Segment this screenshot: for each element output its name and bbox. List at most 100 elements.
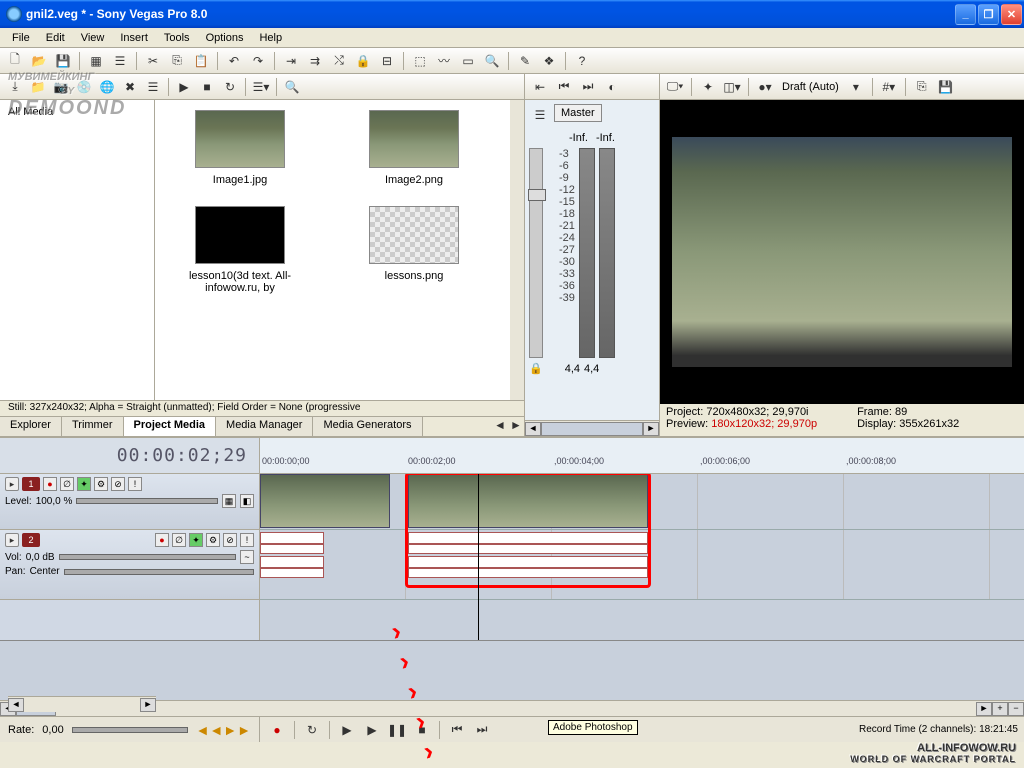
- auto-preview-icon[interactable]: ↻: [219, 76, 241, 98]
- properties-icon[interactable]: ☰: [109, 50, 131, 72]
- open-icon[interactable]: 📂: [28, 50, 50, 72]
- stop-media-icon[interactable]: ■: [196, 76, 218, 98]
- record-arm-icon[interactable]: ●: [43, 477, 57, 491]
- capture-icon[interactable]: 📷: [50, 76, 72, 98]
- menu-file[interactable]: File: [4, 30, 38, 46]
- solo-icon[interactable]: !: [240, 533, 254, 547]
- video-clip[interactable]: [260, 474, 390, 528]
- expand-icon[interactable]: ▸: [5, 533, 19, 547]
- expand-icon[interactable]: ▸: [5, 477, 19, 491]
- play-button[interactable]: ▶: [361, 719, 383, 741]
- quality-icon[interactable]: ●▾: [754, 76, 776, 98]
- media-item[interactable]: Image2.png: [339, 110, 489, 186]
- track-header-video[interactable]: ▸ 1 ● ∅ ✦ ⚙ ⊘ ! Level: 100,0 % ▦ ◧: [0, 474, 259, 530]
- pencil-icon[interactable]: ✎: [514, 50, 536, 72]
- close-button[interactable]: ✕: [1001, 4, 1022, 25]
- undo-icon[interactable]: ↶: [223, 50, 245, 72]
- auto-ripple-icon[interactable]: ⇉: [304, 50, 326, 72]
- menu-edit[interactable]: Edit: [38, 30, 73, 46]
- go-start-icon[interactable]: ⏮: [553, 76, 575, 98]
- pan-slider[interactable]: [64, 569, 254, 575]
- zoom-out-icon[interactable]: −: [1008, 702, 1024, 716]
- mute-icon[interactable]: ⊘: [223, 533, 237, 547]
- zoom-in-icon[interactable]: +: [992, 702, 1008, 716]
- import-folder-icon[interactable]: 📁: [27, 76, 49, 98]
- invert-phase-icon[interactable]: ~: [240, 550, 254, 564]
- record-arm-icon[interactable]: ●: [155, 533, 169, 547]
- master-fader[interactable]: [529, 148, 543, 358]
- shuttle-icon[interactable]: ◄◄►►: [196, 722, 251, 738]
- timecode-display[interactable]: 00:00:02;29: [117, 445, 247, 466]
- playhead[interactable]: [478, 474, 479, 640]
- tree-scrollbar[interactable]: ◄►: [8, 696, 156, 712]
- snap-icon[interactable]: ⇥: [280, 50, 302, 72]
- lock-envelopes-icon[interactable]: 🔒: [352, 50, 374, 72]
- audio-clip[interactable]: [260, 532, 324, 554]
- go-end-button[interactable]: ⏭: [471, 719, 493, 741]
- maximize-button[interactable]: ❐: [978, 4, 999, 25]
- play-media-icon[interactable]: ▶: [173, 76, 195, 98]
- track-lanes[interactable]: [260, 474, 1024, 640]
- media-item[interactable]: Image1.jpg: [165, 110, 315, 186]
- pause-button[interactable]: ❚❚: [386, 719, 408, 741]
- normal-edit-icon[interactable]: ⬚: [409, 50, 431, 72]
- rate-slider[interactable]: [72, 727, 188, 733]
- track-fx-icon[interactable]: ✦: [189, 533, 203, 547]
- render-icon[interactable]: ▦: [85, 50, 107, 72]
- menu-help[interactable]: Help: [251, 30, 290, 46]
- track-header-audio[interactable]: ▸ 2 ● ∅ ✦ ⚙ ⊘ ! Vol: 0,0 dB ~ Pa: [0, 530, 259, 600]
- loop-button[interactable]: ↻: [301, 719, 323, 741]
- cut-icon[interactable]: ✂: [142, 50, 164, 72]
- script-icon[interactable]: ❖: [538, 50, 560, 72]
- automation-icon[interactable]: ⚙: [94, 477, 108, 491]
- video-fx-icon[interactable]: ✦: [697, 76, 719, 98]
- copy-icon[interactable]: ⎘: [166, 50, 188, 72]
- tab-explorer[interactable]: Explorer: [0, 417, 62, 436]
- external-monitor-icon[interactable]: 🖵▾: [664, 76, 686, 98]
- dim-icon[interactable]: ◐: [601, 76, 623, 98]
- solo-icon[interactable]: !: [128, 477, 142, 491]
- search-icon[interactable]: 🔍: [281, 76, 303, 98]
- tab-scroll-left-icon[interactable]: ◄: [492, 417, 508, 433]
- menu-insert[interactable]: Insert: [112, 30, 156, 46]
- quality-label[interactable]: Draft (Auto): [778, 81, 843, 93]
- bypass-fx-icon[interactable]: ∅: [172, 533, 186, 547]
- go-end-icon[interactable]: ⏭: [577, 76, 599, 98]
- audio-clip[interactable]: [260, 556, 324, 578]
- overlays-icon[interactable]: #▾: [878, 76, 900, 98]
- tree-root[interactable]: All Media: [4, 104, 150, 120]
- scroll-right-icon[interactable]: ►: [976, 702, 992, 716]
- record-button[interactable]: ●: [266, 719, 288, 741]
- automation-icon[interactable]: ⚙: [206, 533, 220, 547]
- mixer-scrollbar[interactable]: ◄►: [525, 420, 659, 436]
- bypass-fx-icon[interactable]: ∅: [60, 477, 74, 491]
- timeline-empty-area[interactable]: [0, 640, 1024, 700]
- make-composite-icon[interactable]: ▦: [222, 494, 236, 508]
- tab-project-media[interactable]: Project Media: [124, 417, 217, 436]
- ignore-grouping-icon[interactable]: ⊟: [376, 50, 398, 72]
- auto-crossfade-icon[interactable]: ⤭: [328, 50, 350, 72]
- track-motion-icon[interactable]: ◧: [240, 494, 254, 508]
- media-tree[interactable]: All Media ◄►: [0, 100, 155, 400]
- timeline-ruler[interactable]: 00:00:00;00 00:00:02;00 ,00:00:04;00 ,00…: [260, 438, 1024, 473]
- properties2-icon[interactable]: ☰: [142, 76, 164, 98]
- quality-dropdown-icon[interactable]: ▾: [845, 76, 867, 98]
- help-icon[interactable]: ?: [571, 50, 593, 72]
- web-icon[interactable]: 🌐: [96, 76, 118, 98]
- tab-trimmer[interactable]: Trimmer: [62, 417, 124, 436]
- split-screen-icon[interactable]: ◫▾: [721, 76, 743, 98]
- level-slider[interactable]: [76, 498, 218, 504]
- menu-view[interactable]: View: [73, 30, 113, 46]
- import-icon[interactable]: ⤓: [4, 76, 26, 98]
- vol-slider[interactable]: [59, 554, 236, 560]
- media-item[interactable]: lesson10(3d text. All-infowow.ru, by: [165, 206, 315, 294]
- save-snapshot-icon[interactable]: 💾: [935, 76, 957, 98]
- tab-media-manager[interactable]: Media Manager: [216, 417, 313, 436]
- select-icon[interactable]: ▭: [457, 50, 479, 72]
- save-icon[interactable]: 💾: [52, 50, 74, 72]
- media-item[interactable]: lessons.png: [339, 206, 489, 294]
- master-bus-button[interactable]: Master: [554, 104, 602, 122]
- menu-tools[interactable]: Tools: [156, 30, 198, 46]
- remove-icon[interactable]: ✖: [119, 76, 141, 98]
- get-cd-icon[interactable]: 💿: [73, 76, 95, 98]
